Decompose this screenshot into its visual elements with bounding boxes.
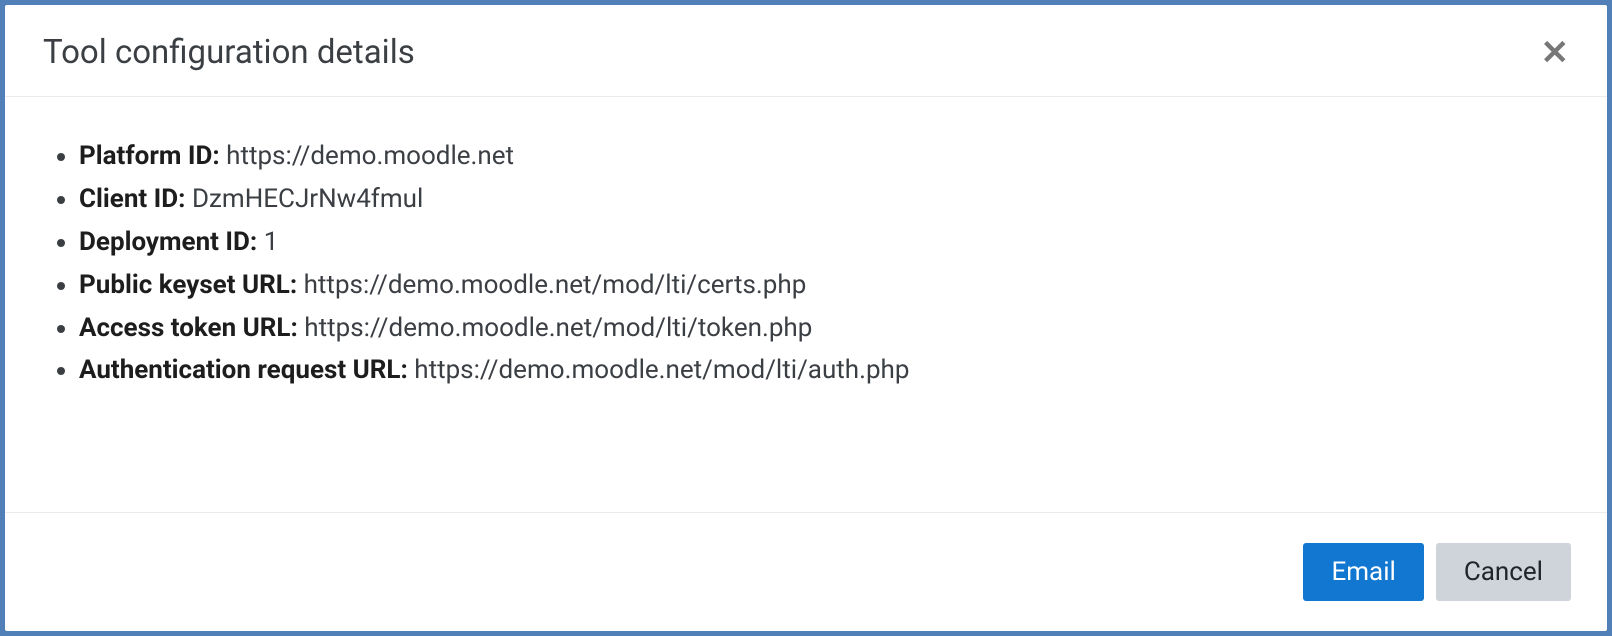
config-value: DzmHECJrNw4fmul: [192, 184, 423, 214]
config-label: Authentication request URL:: [79, 355, 408, 385]
config-label: Deployment ID:: [79, 227, 257, 257]
config-list: Platform ID: https://demo.moodle.net Cli…: [43, 135, 1569, 392]
config-value: 1: [264, 227, 279, 257]
config-label: Platform ID:: [79, 141, 220, 171]
config-item-deployment-id: Deployment ID: 1: [79, 221, 1569, 264]
config-item-client-id: Client ID: DzmHECJrNw4fmul: [79, 178, 1569, 221]
config-item-auth-request-url: Authentication request URL: https://demo…: [79, 349, 1569, 392]
config-value: https://demo.moodle.net/mod/lti/token.ph…: [304, 313, 812, 343]
config-value: https://demo.moodle.net/mod/lti/auth.php: [414, 355, 909, 385]
tool-config-modal: Tool configuration details ✕ Platform ID…: [5, 5, 1607, 631]
email-button[interactable]: Email: [1303, 543, 1423, 601]
modal-footer: Email Cancel: [5, 513, 1607, 631]
config-item-access-token-url: Access token URL: https://demo.moodle.ne…: [79, 307, 1569, 350]
close-button[interactable]: ✕: [1541, 36, 1570, 70]
config-label: Client ID:: [79, 184, 185, 214]
config-value: https://demo.moodle.net/mod/lti/certs.ph…: [304, 270, 807, 300]
modal-header: Tool configuration details ✕: [5, 5, 1607, 97]
modal-title: Tool configuration details: [43, 33, 415, 72]
config-label: Public keyset URL:: [79, 270, 297, 300]
close-icon: ✕: [1541, 34, 1570, 72]
config-label: Access token URL:: [79, 313, 298, 343]
cancel-button[interactable]: Cancel: [1436, 543, 1571, 601]
config-item-platform-id: Platform ID: https://demo.moodle.net: [79, 135, 1569, 178]
modal-body: Platform ID: https://demo.moodle.net Cli…: [5, 97, 1607, 513]
config-value: https://demo.moodle.net: [226, 141, 514, 171]
config-item-public-keyset-url: Public keyset URL: https://demo.moodle.n…: [79, 264, 1569, 307]
